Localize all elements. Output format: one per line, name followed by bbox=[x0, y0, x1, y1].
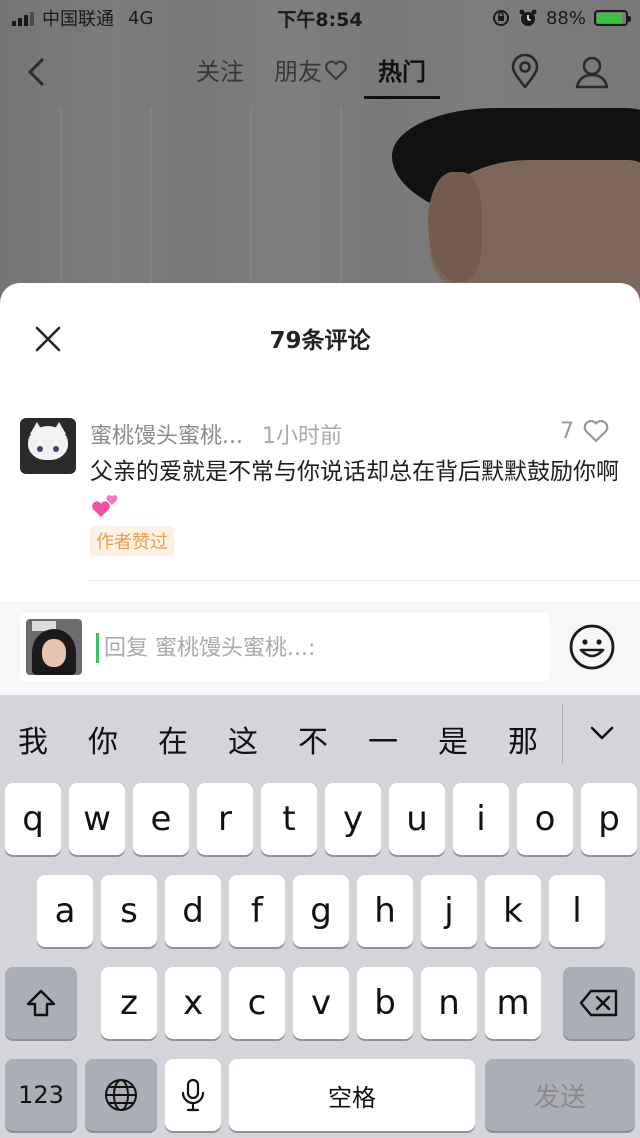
send-key[interactable]: 发送 bbox=[485, 1059, 635, 1131]
two-hearts-emoji-icon bbox=[92, 494, 118, 517]
commenter-avatar[interactable] bbox=[20, 418, 76, 474]
reply-input[interactable] bbox=[102, 629, 526, 667]
key-k[interactable]: k bbox=[485, 875, 541, 947]
key-s[interactable]: s bbox=[101, 875, 157, 947]
candidate-word[interactable]: 在 bbox=[158, 717, 188, 761]
globe-key[interactable] bbox=[85, 1059, 157, 1131]
comment-meta: 蜜桃馒头蜜桃... 1小时前 bbox=[90, 418, 342, 450]
nav-tabs: 关注 朋友 热门 bbox=[196, 52, 440, 99]
key-d[interactable]: d bbox=[165, 875, 221, 947]
tab-friends-label: 朋友 bbox=[274, 58, 322, 86]
comments-count-title: 79条评论 bbox=[269, 328, 371, 354]
battery-level bbox=[597, 13, 622, 23]
heart-outline-icon bbox=[583, 419, 609, 443]
key-p[interactable]: p bbox=[581, 783, 637, 855]
my-avatar bbox=[26, 619, 82, 675]
status-bar: 中国联通 4G 下午8:54 88% bbox=[0, 0, 640, 36]
candidate-word[interactable]: 你 bbox=[88, 717, 118, 761]
key-m[interactable]: m bbox=[485, 967, 541, 1039]
reply-bar bbox=[0, 601, 640, 695]
candidate-word[interactable]: 那 bbox=[508, 717, 538, 761]
shift-key[interactable] bbox=[5, 967, 77, 1039]
numbers-key-label: 123 bbox=[18, 1081, 64, 1109]
back-icon[interactable] bbox=[22, 54, 52, 90]
tab-friends[interactable]: 朋友 bbox=[274, 52, 348, 87]
text-caret bbox=[96, 633, 99, 663]
author-liked-badge: 作者赞过 bbox=[90, 526, 174, 556]
tab-hot-label: 热门 bbox=[378, 58, 426, 86]
rotation-lock-icon bbox=[492, 10, 509, 26]
comment-like-button[interactable]: 7 bbox=[560, 418, 610, 444]
globe-icon bbox=[105, 1079, 137, 1111]
key-a[interactable]: a bbox=[37, 875, 93, 947]
key-i[interactable]: i bbox=[453, 783, 509, 855]
backspace-icon bbox=[579, 989, 618, 1017]
key-q[interactable]: q bbox=[5, 783, 61, 855]
keyboard: 我 你 在 这 不 一 是 那 q w e r t y u i o p a s … bbox=[0, 695, 640, 1138]
key-h[interactable]: h bbox=[357, 875, 413, 947]
dictation-key[interactable] bbox=[165, 1059, 221, 1131]
avatar-face bbox=[42, 639, 66, 667]
key-b[interactable]: b bbox=[357, 967, 413, 1039]
tab-following[interactable]: 关注 bbox=[196, 52, 244, 87]
location-pin-icon[interactable] bbox=[508, 54, 542, 90]
cat-eye bbox=[53, 446, 59, 452]
comment-body: 父亲的爱就是不常与你说话却总在背后默默鼓励你啊 bbox=[90, 459, 619, 485]
key-o[interactable]: o bbox=[517, 783, 573, 855]
reply-box[interactable] bbox=[20, 613, 550, 681]
candidate-word[interactable]: 一 bbox=[368, 717, 398, 761]
comment-time: 1小时前 bbox=[261, 424, 342, 449]
key-c[interactable]: c bbox=[229, 967, 285, 1039]
key-t[interactable]: t bbox=[261, 783, 317, 855]
key-y[interactable]: y bbox=[325, 783, 381, 855]
key-v[interactable]: v bbox=[293, 967, 349, 1039]
candidate-word[interactable]: 是 bbox=[438, 717, 468, 761]
numbers-key[interactable]: 123 bbox=[5, 1059, 77, 1131]
candidate-word[interactable]: 不 bbox=[298, 717, 328, 761]
key-g[interactable]: g bbox=[293, 875, 349, 947]
heart-outline-icon bbox=[325, 60, 347, 80]
comments-sheet: 79条评论 蜜桃馒头蜜桃... 1小时前 7 父亲的爱就是不常与你说话却总在背后… bbox=[0, 283, 640, 601]
microphone-icon bbox=[181, 1078, 205, 1112]
key-f[interactable]: f bbox=[229, 875, 285, 947]
battery-percent: 88% bbox=[545, 7, 586, 29]
comment-text: 父亲的爱就是不常与你说话却总在背后默默鼓励你啊 bbox=[90, 456, 620, 522]
key-j[interactable]: j bbox=[421, 875, 477, 947]
candidate-bar: 我 你 在 这 不 一 是 那 bbox=[0, 695, 640, 779]
key-w[interactable]: w bbox=[69, 783, 125, 855]
cat-eye bbox=[37, 446, 43, 452]
key-e[interactable]: e bbox=[133, 783, 189, 855]
chevron-down-icon[interactable] bbox=[586, 717, 618, 749]
delete-key[interactable] bbox=[563, 967, 635, 1039]
key-l[interactable]: l bbox=[549, 875, 605, 947]
tab-following-label: 关注 bbox=[196, 58, 244, 86]
key-n[interactable]: n bbox=[421, 967, 477, 1039]
key-u[interactable]: u bbox=[389, 783, 445, 855]
emoji-icon[interactable] bbox=[568, 623, 616, 671]
candidate-separator bbox=[562, 705, 563, 763]
key-x[interactable]: x bbox=[165, 967, 221, 1039]
battery-charging-icon bbox=[594, 10, 631, 26]
candidate-word[interactable]: 我 bbox=[18, 717, 48, 761]
key-z[interactable]: z bbox=[101, 967, 157, 1039]
top-nav: 关注 朋友 热门 bbox=[0, 36, 640, 108]
cat-face bbox=[28, 426, 68, 460]
like-count: 7 bbox=[560, 418, 574, 444]
candidate-word[interactable]: 这 bbox=[228, 717, 258, 761]
shift-icon bbox=[26, 989, 56, 1017]
commenter-name[interactable]: 蜜桃馒头蜜桃... bbox=[90, 424, 243, 449]
comment-divider bbox=[88, 580, 640, 581]
tab-hot[interactable]: 热门 bbox=[364, 52, 440, 99]
profile-icon[interactable] bbox=[574, 54, 610, 90]
space-key[interactable]: 空格 bbox=[229, 1059, 475, 1131]
alarm-icon bbox=[519, 9, 537, 26]
key-r[interactable]: r bbox=[197, 783, 253, 855]
